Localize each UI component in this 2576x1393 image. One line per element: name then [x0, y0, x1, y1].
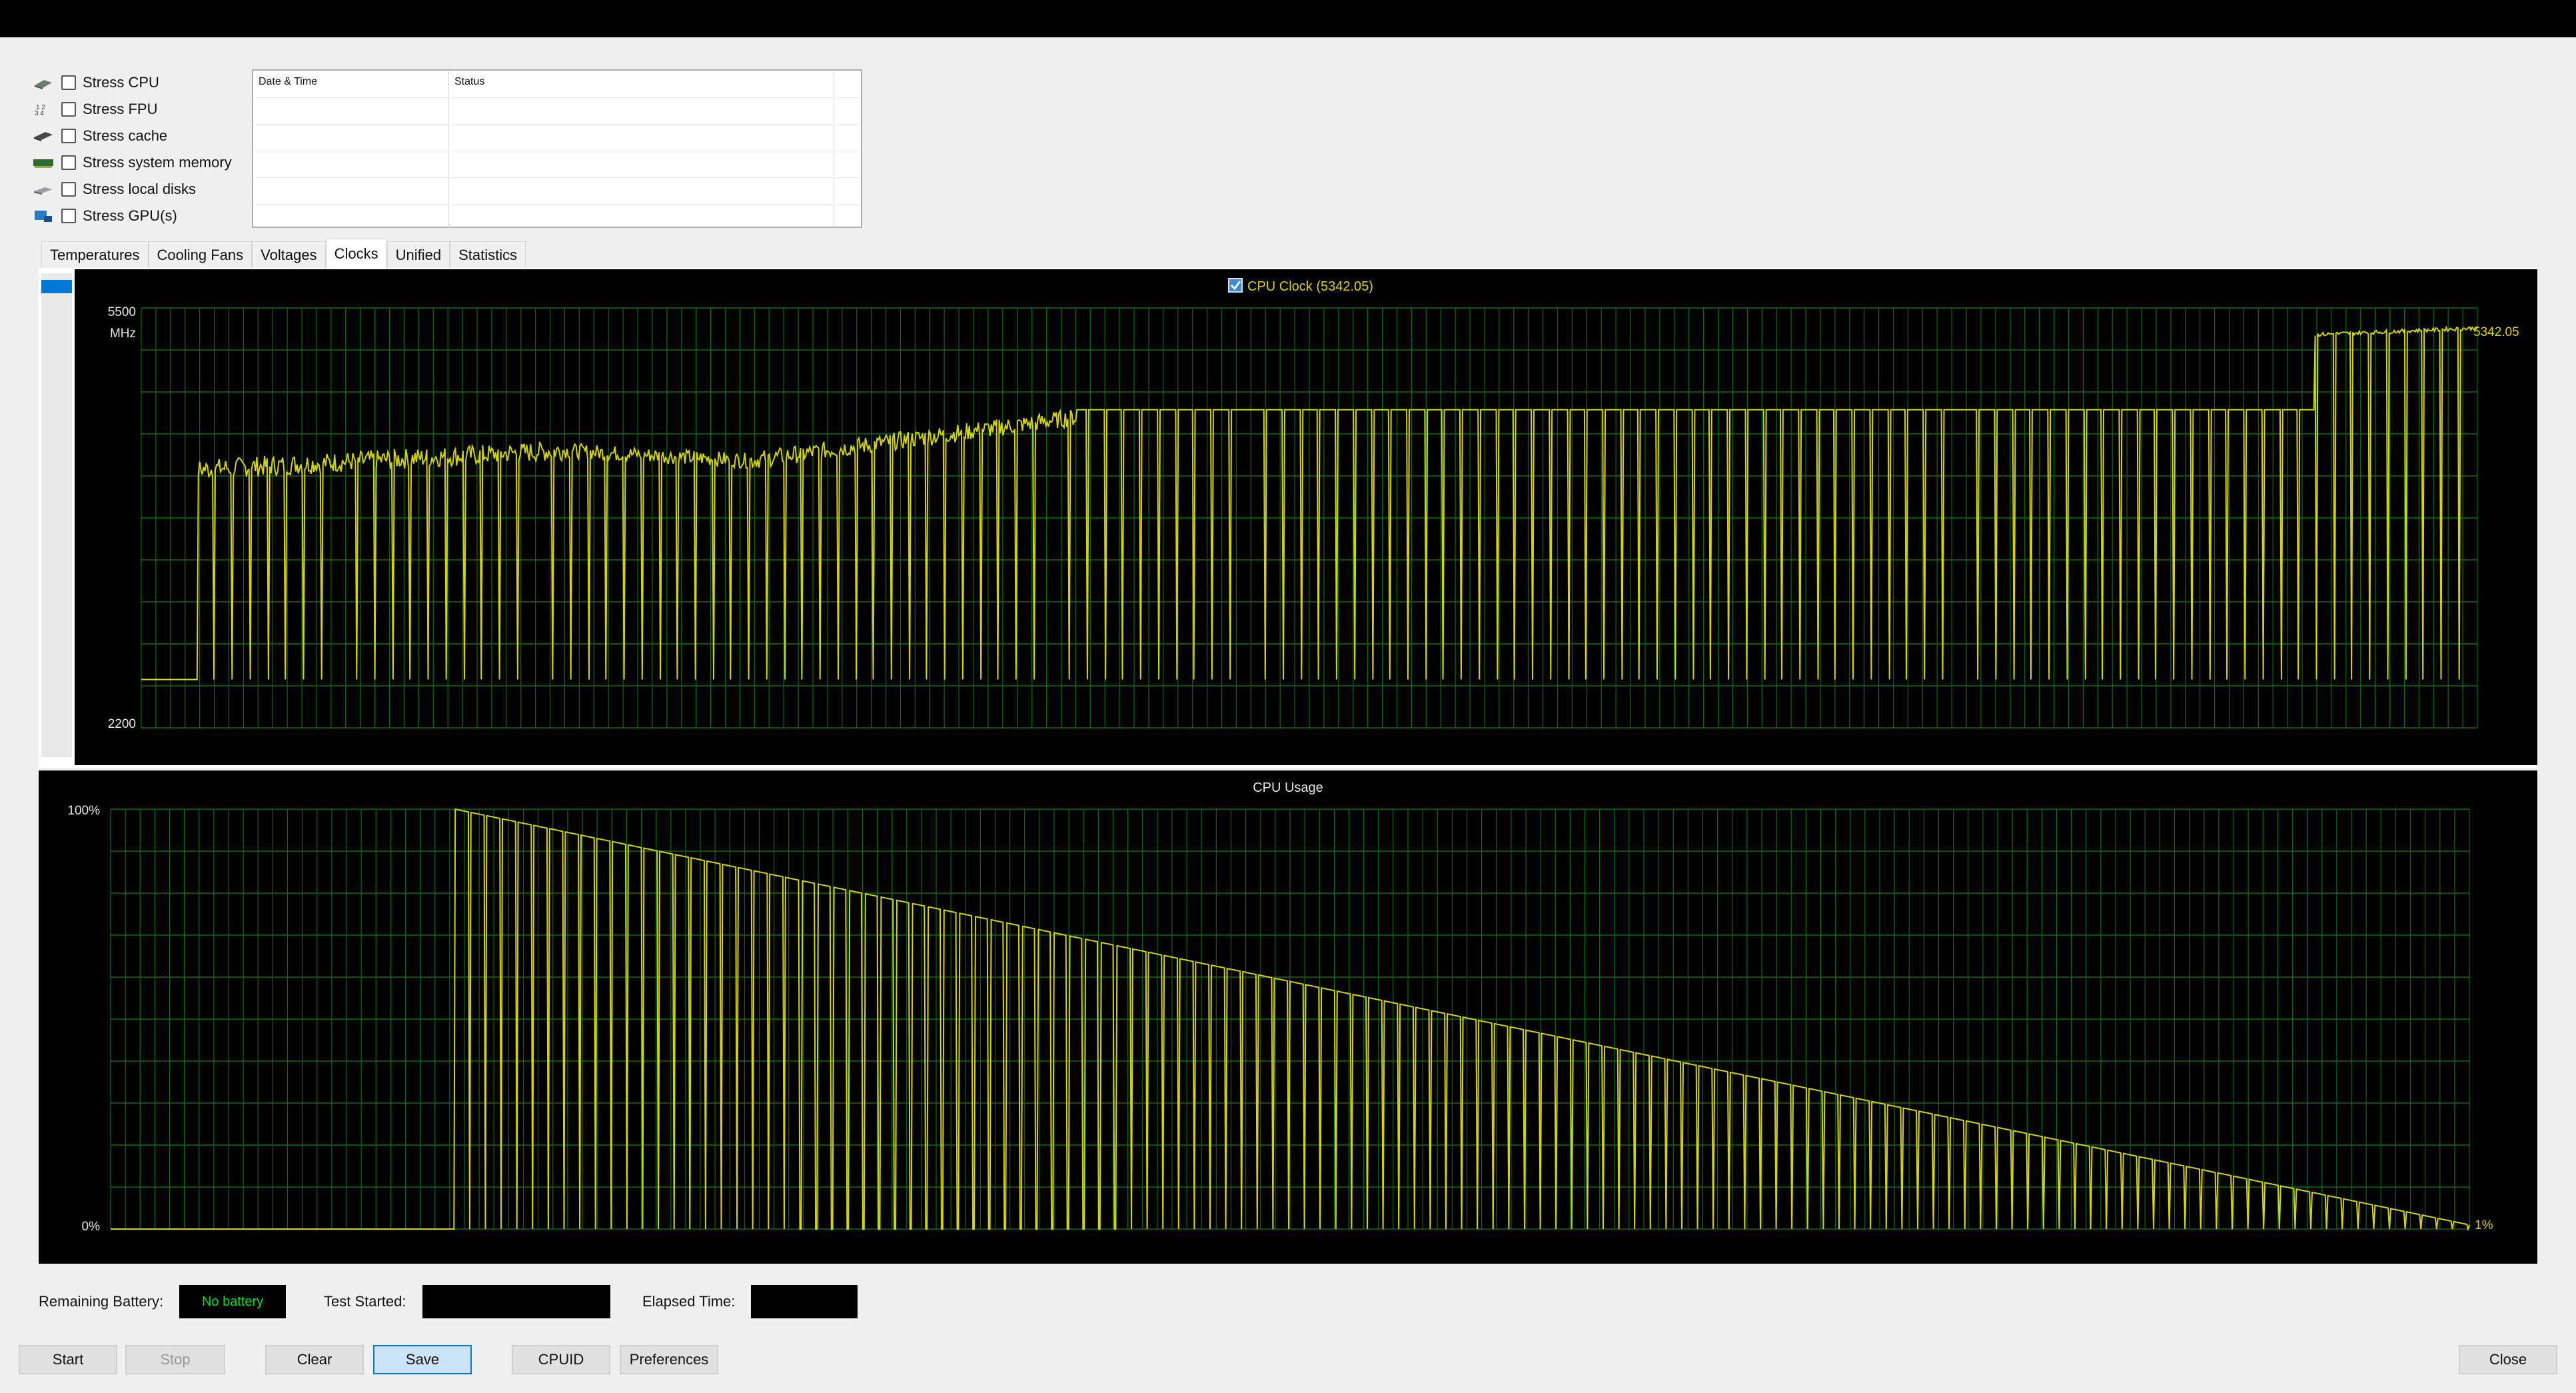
- cpu-usage-ymax-label: 100%: [67, 804, 100, 818]
- stress-gpu-checkbox[interactable]: [61, 209, 76, 223]
- cpuid-button[interactable]: CPUID: [512, 1345, 610, 1374]
- log-column-status-label: Status: [454, 76, 485, 87]
- stress-fpu-checkbox[interactable]: [61, 102, 76, 117]
- elapsed-time-label: Elapsed Time:: [642, 1293, 736, 1310]
- cpu-clock-chart: CPU Clock (5342.05) 5500 MHz 2200 5342.0…: [75, 269, 2537, 765]
- battery-value: No battery: [179, 1285, 287, 1318]
- log-column-datetime-label: Date & Time: [259, 76, 318, 87]
- cpu-clock-unit-label: MHz: [110, 327, 136, 341]
- elapsed-time-value: [751, 1285, 858, 1318]
- cpu-usage-current-value: 1%: [2475, 1218, 2493, 1232]
- tab-unified[interactable]: Unified: [386, 241, 450, 268]
- clear-button[interactable]: Clear: [265, 1345, 364, 1374]
- tab-clocks[interactable]: Clocks: [325, 239, 387, 268]
- stress-gpu-option[interactable]: Stress GPU(s): [32, 203, 232, 229]
- stress-cpu-option[interactable]: Stress CPU: [32, 69, 232, 96]
- stress-cpu-label: Stress CPU: [83, 74, 159, 91]
- start-button[interactable]: Start: [19, 1345, 117, 1374]
- memory-icon: [32, 156, 55, 169]
- stability-test-window: Stress CPU 1 23 4 Stress FPU Stress cach…: [0, 37, 2576, 1393]
- cache-icon: [32, 129, 55, 143]
- cpu-usage-ymin-label: 0%: [82, 1220, 101, 1234]
- tab-statistics[interactable]: Statistics: [450, 241, 526, 268]
- cpu-clock-chart-svg: CPU Clock (5342.05) 5500 MHz 2200 5342.0…: [108, 278, 2519, 731]
- cpu-clock-grid: [141, 307, 2478, 728]
- stress-cache-option[interactable]: Stress cache: [32, 123, 232, 149]
- log-row-divider: [253, 124, 861, 125]
- close-button[interactable]: Close: [2459, 1345, 2557, 1374]
- tab-voltages[interactable]: Voltages: [252, 241, 326, 268]
- stress-options: Stress CPU 1 23 4 Stress FPU Stress cach…: [32, 69, 232, 229]
- test-started-label: Test Started:: [324, 1293, 406, 1310]
- cpu-clock-ymax-label: 5500: [108, 305, 136, 319]
- log-column-status[interactable]: Status: [449, 71, 834, 229]
- log-row-divider: [253, 204, 861, 205]
- tab-cooling-fans[interactable]: Cooling Fans: [148, 241, 253, 268]
- stress-cpu-checkbox[interactable]: [61, 75, 76, 90]
- tab-temperatures[interactable]: Temperatures: [41, 241, 149, 268]
- stress-gpu-label: Stress GPU(s): [83, 207, 177, 224]
- cpu-clock-legend-checkbox[interactable]: [1228, 278, 1243, 293]
- elapsed-time-status: Elapsed Time:: [642, 1285, 858, 1318]
- cpu-usage-title: CPU Usage: [1253, 780, 1323, 795]
- stress-memory-option[interactable]: Stress system memory: [32, 149, 232, 176]
- stress-disks-checkbox[interactable]: [61, 182, 76, 197]
- log-column-datetime[interactable]: Date & Time: [253, 71, 449, 229]
- battery-status: Remaining Battery: No battery: [39, 1285, 287, 1318]
- test-started-value: [422, 1285, 610, 1318]
- clock-list-strip[interactable]: [41, 273, 72, 757]
- cpu-usage-chart-svg: CPU Usage 100% 0% 1%: [67, 780, 2493, 1234]
- stress-memory-checkbox[interactable]: [61, 155, 76, 170]
- cpu-clock-legend-title: CPU Clock (5342.05): [1247, 279, 1373, 294]
- battery-label: Remaining Battery:: [39, 1293, 164, 1310]
- log-scrollbar-area: [834, 71, 861, 227]
- stress-fpu-label: Stress FPU: [83, 101, 158, 117]
- svg-text:3 4: 3 4: [35, 110, 44, 116]
- stress-cache-label: Stress cache: [83, 127, 168, 144]
- cpu-usage-chart: CPU Usage 100% 0% 1%: [39, 770, 2537, 1264]
- clock-list-selected-item[interactable]: [41, 280, 72, 293]
- stress-disks-option[interactable]: Stress local disks: [32, 176, 232, 203]
- stress-cache-checkbox[interactable]: [61, 129, 76, 143]
- save-button[interactable]: Save: [373, 1345, 472, 1374]
- stress-disks-label: Stress local disks: [83, 181, 196, 197]
- cpu-icon: [32, 76, 55, 89]
- stress-fpu-option[interactable]: 1 23 4 Stress FPU: [32, 96, 232, 123]
- preferences-button[interactable]: Preferences: [620, 1345, 718, 1374]
- log-row-divider: [253, 177, 861, 178]
- fpu-icon: 1 23 4: [32, 103, 55, 117]
- event-log-table[interactable]: Date & Time Status: [252, 69, 862, 229]
- disk-icon: [32, 183, 55, 196]
- stop-button[interactable]: Stop: [125, 1345, 225, 1374]
- log-row-divider: [253, 97, 861, 98]
- cpu-clock-current-value: 5342.05: [2473, 325, 2519, 339]
- test-started-status: Test Started:: [324, 1285, 610, 1318]
- stress-memory-label: Stress system memory: [83, 154, 232, 171]
- gpu-icon: [32, 209, 55, 223]
- tab-bar: Temperatures Cooling Fans Voltages Clock…: [41, 239, 526, 268]
- cpu-clock-ymin-label: 2200: [108, 717, 136, 731]
